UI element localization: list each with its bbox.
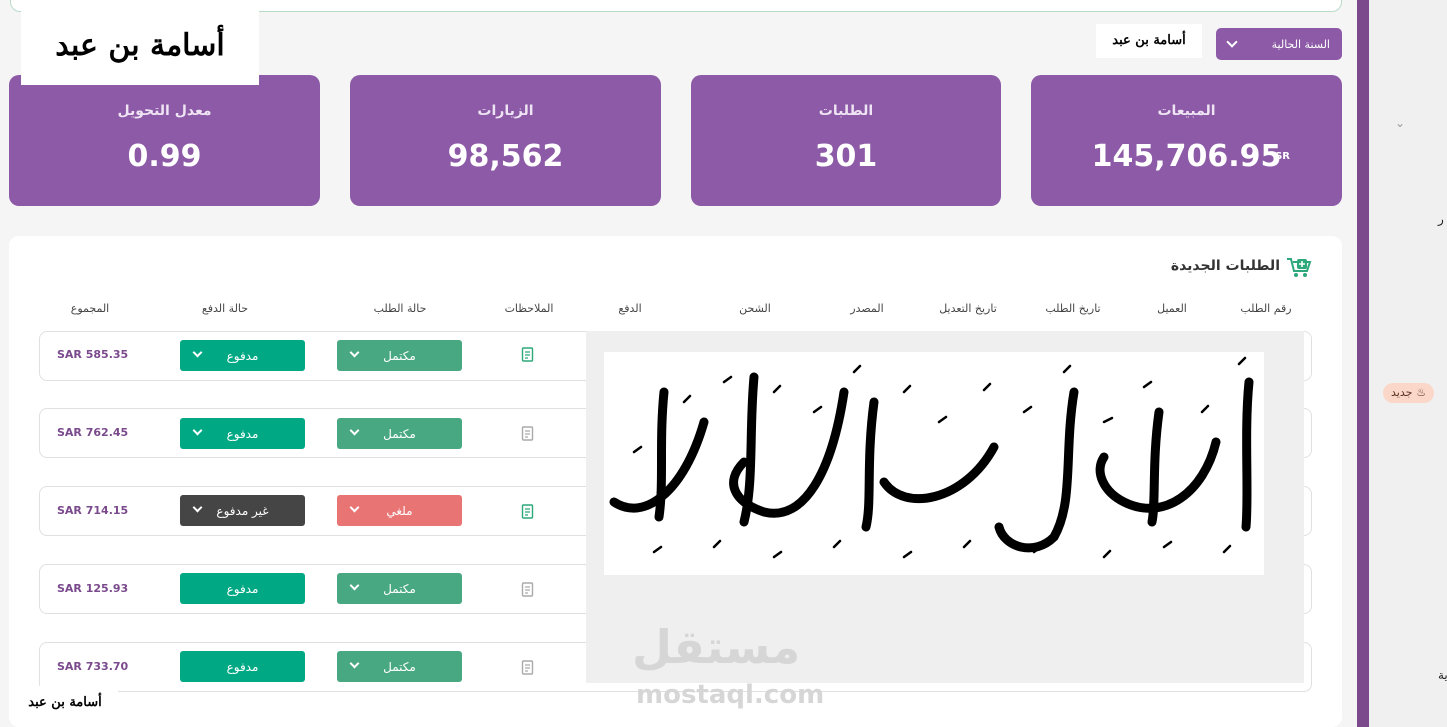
note-icon[interactable] (521, 582, 536, 597)
col-source: المصدر (850, 302, 884, 315)
payment-status-select[interactable]: مدفوع (180, 418, 305, 449)
payment-status-label: مدفوع (226, 426, 259, 441)
row-total: SAR 585.35 (57, 348, 129, 361)
col-notes: الملاحظات (504, 302, 554, 315)
orders-title: الطلبات الجديدة (1170, 258, 1280, 274)
note-icon[interactable] (521, 504, 536, 519)
col-order-status: حالة الطلب (373, 302, 427, 315)
new-badge: جديد ♨ (1383, 383, 1435, 403)
stat-card-conversion: معدل التحويل 0.99 (9, 75, 320, 206)
stat-label: المبيعات (1157, 103, 1216, 119)
stat-currency: SR (1275, 151, 1290, 162)
order-status-select[interactable]: مكتمل (337, 418, 462, 449)
payment-status-label: مدفوع (226, 659, 259, 674)
stat-label: معدل التحويل (117, 103, 212, 119)
payment-status-label: مدفوع (226, 581, 259, 596)
order-status-select[interactable]: ملغي (337, 495, 462, 526)
stat-card-sales: المبيعات 145,706.95 SR (1031, 75, 1342, 206)
order-status-label: مكتمل (383, 348, 416, 363)
sidebar-chevron-icon[interactable]: ⌄ (1395, 116, 1405, 130)
col-shipping: الشحن (739, 302, 771, 315)
col-modified-date: تاريخ التعديل (939, 302, 997, 315)
stat-value: 0.99 (127, 139, 202, 174)
chevron-down-icon (349, 658, 360, 669)
calligraphy-logo: أسامة بن عبد الجواد (21, 6, 259, 85)
order-status-label: مكتمل (383, 426, 416, 441)
watermark-latin: mostaql.com (636, 680, 825, 710)
payment-status-select[interactable]: مدفوع (180, 573, 305, 604)
order-status-select[interactable]: مكتمل (337, 651, 462, 682)
watermark-arabic: مستقل (632, 620, 801, 674)
stat-label: الطلبات (818, 103, 874, 119)
order-status-label: مكتمل (383, 659, 416, 674)
chevron-down-icon (349, 425, 360, 436)
order-status-select[interactable]: مكتمل (337, 573, 462, 604)
col-order-date: تاريخ الطلب (1045, 302, 1101, 315)
col-payment-status: حالة الدفع (201, 302, 249, 315)
cart-icon (1287, 258, 1312, 277)
sidebar-item-label[interactable]: ر (1438, 212, 1444, 226)
chevron-down-icon (349, 502, 360, 513)
row-total: SAR 125.93 (57, 582, 129, 595)
col-total: المجموع (70, 302, 110, 315)
stat-card-orders: الطلبات 301 (691, 75, 1001, 206)
stat-value: 301 (814, 139, 878, 174)
row-total: SAR 733.70 (57, 660, 129, 673)
order-status-select[interactable]: مكتمل (337, 340, 462, 371)
new-badge-label: جديد (1391, 386, 1413, 399)
year-select[interactable]: السنة الحالية (1216, 28, 1342, 60)
row-total: SAR 762.45 (57, 426, 129, 439)
chevron-down-icon (192, 347, 203, 358)
note-icon[interactable] (521, 426, 536, 441)
stat-label: الزيارات (477, 103, 534, 119)
payment-status-select[interactable]: غير مدفوع (180, 495, 305, 526)
right-sidebar (1357, 0, 1447, 727)
chevron-down-icon (349, 347, 360, 358)
note-icon[interactable] (521, 660, 536, 675)
calligraphy-logo: أسامة بن عبد الجواد (12, 686, 118, 720)
payment-status-label: غير مدفوع (216, 503, 269, 518)
stat-value: 98,562 (447, 139, 564, 174)
payment-status-label: مدفوع (226, 348, 259, 363)
row-total: SAR 714.15 (57, 504, 129, 517)
payment-status-select[interactable]: مدفوع (180, 340, 305, 371)
sidebar-item-label[interactable]: ية (1438, 668, 1447, 682)
flame-icon: ♨ (1416, 386, 1427, 399)
order-status-label: ملغي (386, 503, 413, 518)
note-icon[interactable] (521, 347, 536, 362)
col-customer: العميل (1157, 302, 1187, 315)
calligraphy-image (604, 352, 1264, 575)
calligraphy-logo: أسامة بن عبد الجواد (1096, 24, 1202, 58)
chevron-down-icon (1226, 36, 1238, 48)
payment-status-select[interactable]: مدفوع (180, 651, 305, 682)
chevron-down-icon (349, 580, 360, 591)
order-status-label: مكتمل (383, 581, 416, 596)
chevron-down-icon (192, 425, 203, 436)
col-order-number: رقم الطلب (1240, 302, 1292, 315)
year-select-label: السنة الحالية (1271, 37, 1330, 51)
stat-value: 145,706.95 (1091, 139, 1282, 174)
col-payment: الدفع (618, 302, 642, 315)
stat-card-visits: الزيارات 98,562 (350, 75, 661, 206)
chevron-down-icon (192, 502, 203, 513)
